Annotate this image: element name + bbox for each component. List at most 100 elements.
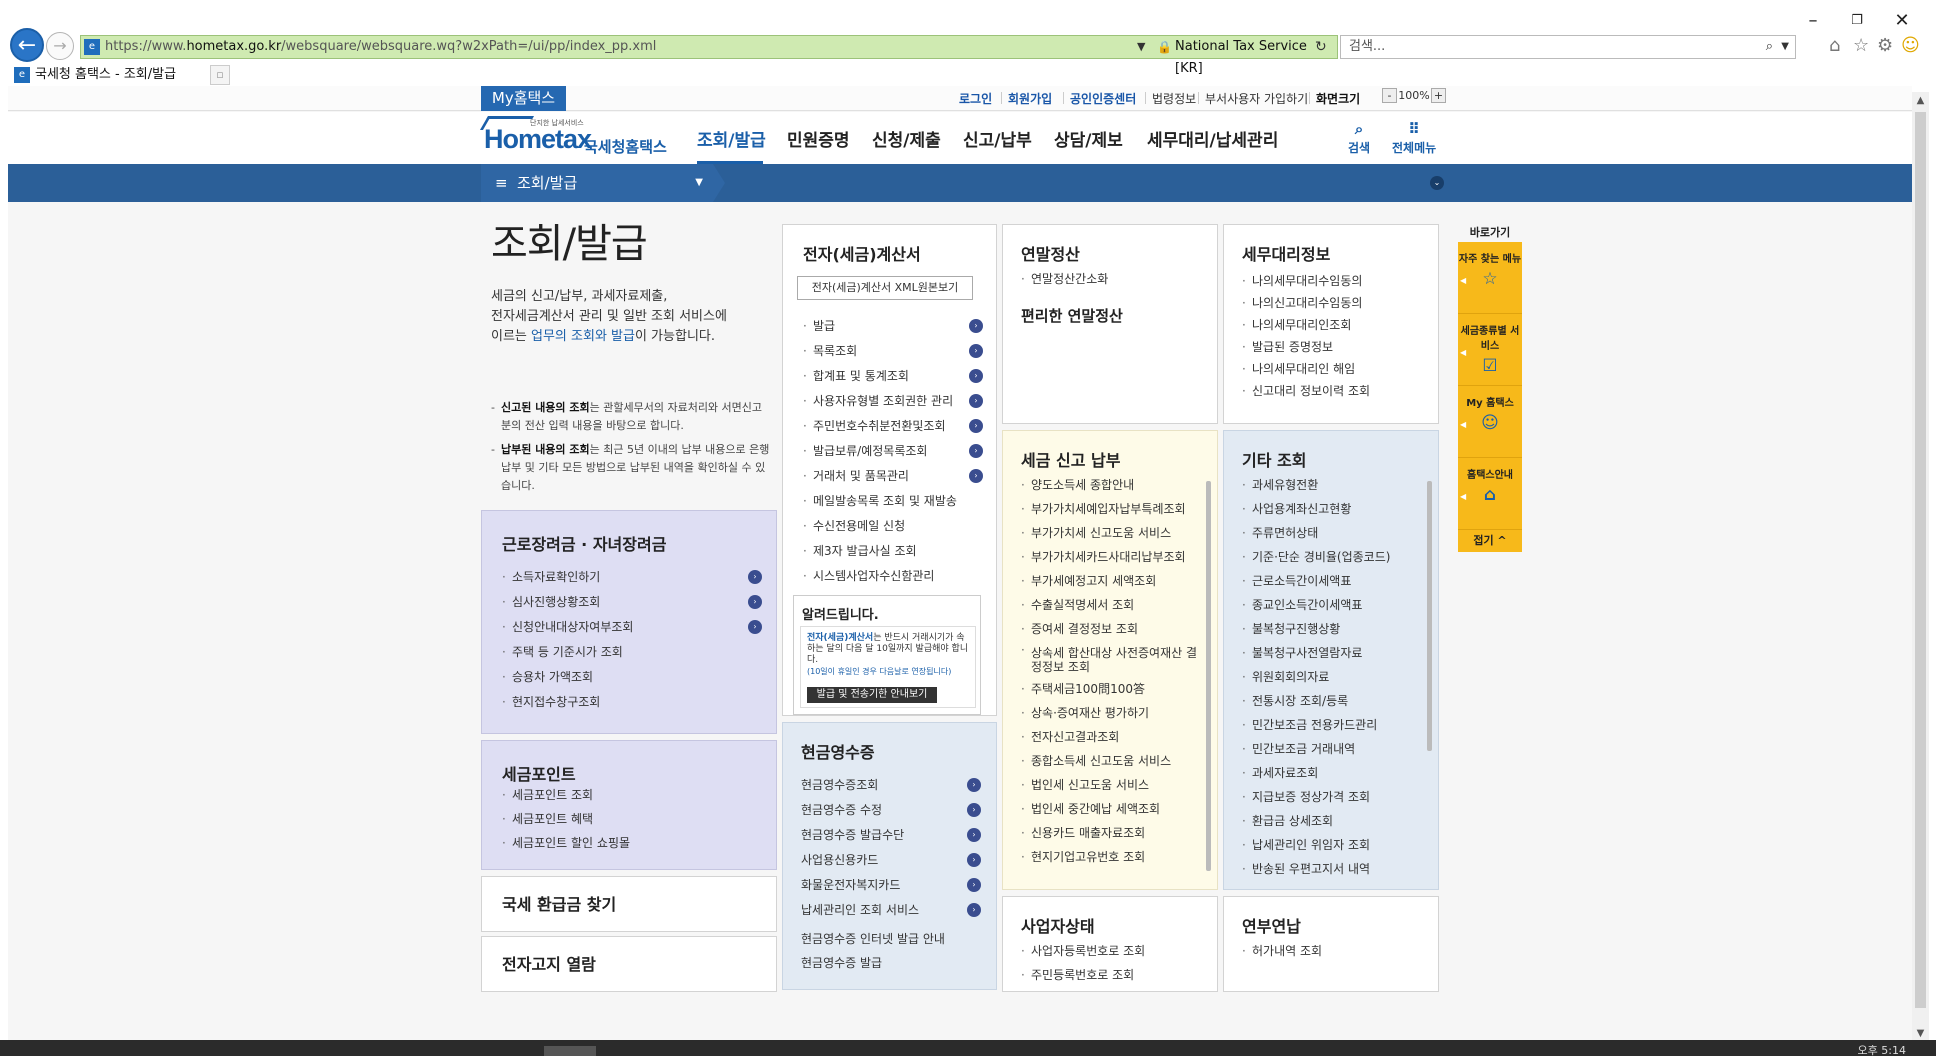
list-item[interactable]: 주택세금100問100答	[1021, 679, 1201, 703]
restore-button[interactable]: ❐	[1843, 10, 1871, 32]
current-menu-dropdown[interactable]: ≡ 조회/발급 ▼	[481, 164, 713, 202]
list-item[interactable]: 납세관리인 위임자 조회	[1242, 835, 1422, 859]
list-item[interactable]: 신고대리 정보이력 조회	[1242, 381, 1422, 403]
refresh-icon[interactable]: ↻	[1315, 36, 1327, 58]
address-bar[interactable]: e https://www.hometax.go.kr/websquare/we…	[80, 35, 1338, 76]
nav-consult-report[interactable]: 상담/제보	[1054, 126, 1123, 151]
e-notice-button[interactable]: 전자고지 열람	[481, 936, 777, 992]
my-hometax-button[interactable]: My홈택스	[481, 86, 566, 111]
page-scrollbar[interactable]: ▲ ▼	[1912, 92, 1929, 1042]
quick-close-button[interactable]: 접기 ^	[1458, 530, 1522, 552]
gear-icon[interactable]: ⚙	[1877, 35, 1893, 56]
list-item[interactable]: 발급보류/예정목록조회›	[803, 441, 983, 466]
list-item[interactable]: 불복청구사전열람자료	[1242, 643, 1422, 667]
list-item[interactable]: 민간보조금 전용카드관리	[1242, 715, 1422, 739]
list-item[interactable]: 양도소득세 종합안내	[1021, 475, 1201, 499]
list-item[interactable]: 법인세 중간예납 세액조회	[1021, 799, 1201, 823]
forward-button[interactable]: →	[46, 32, 74, 60]
quick-my-hometax-button[interactable]: ◀ My 홈택스 ☺	[1458, 386, 1522, 458]
certificate-label[interactable]: National Tax Service [KR]	[1175, 36, 1337, 80]
browser-tab[interactable]: e 국세청 홈택스 - 조회/발급	[8, 64, 210, 88]
list-item[interactable]: 현금영수증 발급수단 ›	[801, 825, 983, 850]
list-item[interactable]: 연말정산간소화	[1021, 269, 1201, 294]
list-item[interactable]: 승용차 가액조회	[502, 667, 764, 692]
back-button[interactable]: ←	[10, 28, 44, 62]
list-item[interactable]: 부가세예정고지 세액조회	[1021, 571, 1201, 595]
list-item[interactable]: 증여세 결정정보 조회	[1021, 619, 1201, 643]
list-item[interactable]: 과세유형전환	[1242, 475, 1422, 499]
tax-report-scrollbar[interactable]	[1206, 481, 1211, 871]
list-item[interactable]: 종교인소득간이세액표	[1242, 595, 1422, 619]
list-item[interactable]: 화물운전자복지카드 ›	[801, 875, 983, 900]
other-inquiry-scrollbar[interactable]	[1427, 481, 1432, 751]
list-item[interactable]: 법인세 신고도움 서비스	[1021, 775, 1201, 799]
hometax-logo[interactable]: 단지한 납세서비스 Hometax 국세청홈택스	[479, 116, 670, 160]
list-item[interactable]: 시스템사업자수신함관리	[803, 566, 983, 588]
list-item[interactable]: 발급된 증명정보	[1242, 337, 1422, 359]
list-item[interactable]: 메일발송목록 조회 및 재발송	[803, 491, 983, 516]
header-search-button[interactable]: ⌕ 검색	[1348, 120, 1370, 156]
list-item[interactable]: 현지기업고유번호 조회	[1021, 847, 1201, 871]
tax-refund-button[interactable]: 국세 환급금 찾기	[481, 876, 777, 932]
taskbar-active-app[interactable]	[544, 1046, 596, 1056]
list-item[interactable]: 나의세무대리수임동의	[1242, 271, 1422, 293]
minimize-button[interactable]: –	[1799, 10, 1827, 32]
list-item[interactable]: 전자신고결과조회	[1021, 727, 1201, 751]
law-info-link[interactable]: 법령정보	[1152, 90, 1196, 107]
deadline-guide-button[interactable]: 발급 및 전송기한 안내보기	[807, 687, 937, 703]
new-tab-button[interactable]: ▫	[210, 65, 230, 85]
list-item[interactable]: 근로소득간이세액표	[1242, 571, 1422, 595]
list-item[interactable]: 소득자료확인하기›	[502, 567, 764, 592]
xml-view-button[interactable]: 전자(세금)계산서 XML원본보기	[797, 276, 973, 300]
browser-search-box[interactable]: 검색... ⌕ ▼	[1340, 35, 1796, 59]
star-icon[interactable]: ☆	[1853, 35, 1869, 56]
list-item[interactable]: 신용카드 매출자료조회	[1021, 823, 1201, 847]
list-item[interactable]: 불복청구진행상황	[1242, 619, 1422, 643]
list-item[interactable]: 종합소득세 신고도움 서비스	[1021, 751, 1201, 775]
list-item[interactable]: 위원회회의자료	[1242, 667, 1422, 691]
signup-link[interactable]: 회원가입	[1008, 90, 1052, 107]
list-item[interactable]: 지급보증 정상가격 조회	[1242, 787, 1422, 811]
nav-tax-agent[interactable]: 세무대리/납세관리	[1147, 126, 1278, 151]
list-item[interactable]: 허가내역 조회	[1242, 941, 1422, 965]
list-item[interactable]: 심사진행상황조회›	[502, 592, 764, 617]
list-item[interactable]: 사업용계좌신고현황	[1242, 499, 1422, 523]
list-item[interactable]: 부가가치세예입자납부특례조회	[1021, 499, 1201, 523]
list-item[interactable]: 부가가치세 신고도움 서비스	[1021, 523, 1201, 547]
list-item[interactable]: 상속·증여재산 평가하기	[1021, 703, 1201, 727]
list-item[interactable]: 나의세무대리인조회	[1242, 315, 1422, 337]
list-item[interactable]: 거래처 및 품목관리›	[803, 466, 983, 491]
list-item[interactable]: 수신전용메일 신청	[803, 516, 983, 541]
list-item[interactable]: 나의신고대리수임동의	[1242, 293, 1422, 315]
scroll-up-icon[interactable]: ▲	[1912, 92, 1929, 109]
scrollbar-thumb[interactable]	[1915, 112, 1926, 1008]
list-item[interactable]: 기준·단순 경비율(업종코드)	[1242, 547, 1422, 571]
list-item[interactable]: 현금영수증조회 ›	[801, 775, 983, 800]
close-button[interactable]: ✕	[1888, 10, 1916, 32]
zoom-out-button[interactable]: -	[1382, 88, 1397, 103]
list-item[interactable]: 환급금 상세조회	[1242, 811, 1422, 835]
smiley-icon[interactable]: ☺	[1901, 35, 1920, 56]
list-item[interactable]: 민간보조금 거래내역	[1242, 739, 1422, 763]
dept-user-link[interactable]: 부서사용자 가입하기	[1205, 90, 1308, 107]
search-dropdown-icon[interactable]: ▼	[1781, 36, 1789, 58]
list-item[interactable]: 반송된 우편고지서 내역	[1242, 859, 1422, 883]
search-icon[interactable]: ⌕	[1766, 36, 1773, 58]
login-link[interactable]: 로그인	[959, 90, 992, 107]
list-item[interactable]: 사업용신용카드 ›	[801, 850, 983, 875]
quick-guide-button[interactable]: ◀ 홈택스안내 ⌂	[1458, 458, 1522, 530]
list-item[interactable]: 주류면허상태	[1242, 523, 1422, 547]
zoom-in-button[interactable]: +	[1431, 88, 1446, 103]
list-item[interactable]: 합계표 및 통계조회›	[803, 366, 983, 391]
list-item[interactable]: 발급›	[803, 316, 983, 341]
address-dropdown-icon[interactable]: ▼	[1137, 36, 1145, 58]
list-item[interactable]: 세금포인트 할인 쇼핑몰	[502, 833, 764, 857]
list-item[interactable]: 목록조회›	[803, 341, 983, 366]
quick-favorites-button[interactable]: ◀ 자주 찾는 메뉴 ☆	[1458, 242, 1522, 314]
list-item[interactable]: 신청안내대상자여부조회›	[502, 617, 764, 642]
list-item[interactable]: 납세관리인 조회 서비스 ›	[801, 900, 983, 925]
list-item[interactable]: 현금영수증 발급	[801, 953, 983, 978]
all-menu-button[interactable]: ⠿ 전체메뉴	[1392, 120, 1436, 156]
list-item[interactable]: 주택 등 기준시가 조회	[502, 642, 764, 667]
list-item[interactable]: 나의세무대리인 해임	[1242, 359, 1422, 381]
